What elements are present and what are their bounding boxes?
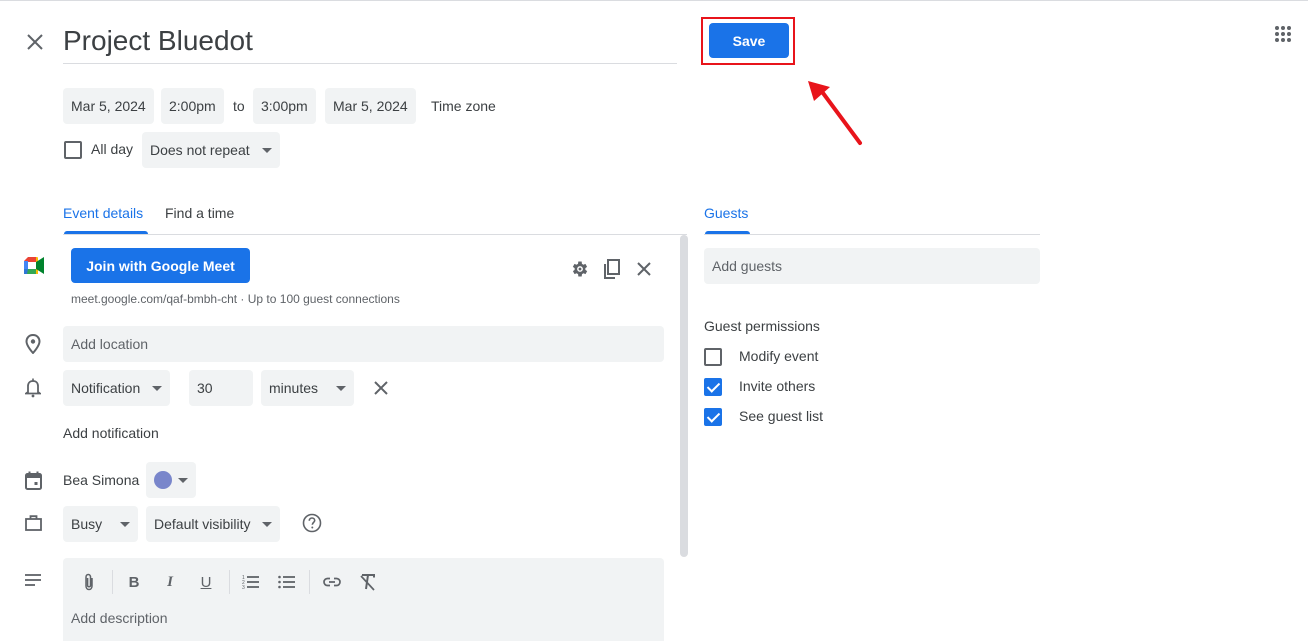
help-icon bbox=[302, 513, 322, 533]
bulleted-list-button[interactable] bbox=[275, 570, 299, 594]
visibility-dropdown[interactable]: Default visibility bbox=[146, 506, 281, 542]
annotation-arrow bbox=[808, 81, 862, 145]
details-scrollbar[interactable] bbox=[680, 235, 688, 557]
notification-unit: minutes bbox=[269, 380, 319, 396]
google-meet-icon bbox=[24, 257, 44, 274]
see-guest-list-checkbox[interactable] bbox=[704, 408, 722, 426]
event-color-dropdown[interactable] bbox=[146, 462, 196, 498]
color-swatch bbox=[154, 471, 172, 489]
meet-info: meet.google.com/qaf-bmbh-cht · Up to 100… bbox=[71, 292, 400, 306]
apps-button[interactable] bbox=[1270, 21, 1296, 47]
italic-button[interactable]: I bbox=[158, 570, 182, 594]
description-icon bbox=[25, 574, 41, 586]
availability-dropdown[interactable]: Busy bbox=[63, 506, 139, 542]
start-time: 2:00pm bbox=[169, 98, 216, 114]
location-input[interactable] bbox=[63, 326, 664, 362]
gear-icon bbox=[572, 261, 588, 277]
numbered-list-icon: 123 bbox=[242, 575, 259, 590]
close-icon bbox=[27, 34, 43, 50]
title-field[interactable]: Project Bluedot bbox=[63, 19, 677, 64]
bold-button[interactable]: B bbox=[122, 570, 146, 594]
copy-icon bbox=[604, 259, 620, 279]
description-editor[interactable]: B I U 123 Add description bbox=[63, 558, 664, 641]
notification-unit-dropdown[interactable]: minutes bbox=[261, 370, 355, 406]
chevron-down-icon bbox=[336, 385, 347, 391]
copy-meet-link-button[interactable] bbox=[600, 257, 624, 281]
close-icon bbox=[637, 262, 651, 276]
all-day-label: All day bbox=[91, 141, 134, 157]
bold-icon: B bbox=[128, 573, 140, 591]
toolbar-separator bbox=[112, 570, 113, 594]
bulleted-list-icon bbox=[278, 575, 295, 589]
italic-icon: I bbox=[167, 573, 173, 590]
start-time-picker[interactable]: 2:00pm bbox=[161, 88, 224, 124]
end-date-picker[interactable]: Mar 5, 2024 bbox=[325, 88, 416, 124]
invite-others-label: Invite others bbox=[739, 378, 816, 394]
close-button[interactable] bbox=[22, 29, 48, 55]
clear-formatting-button[interactable] bbox=[356, 570, 380, 594]
to-label: to bbox=[233, 98, 245, 114]
end-time-picker[interactable]: 3:00pm bbox=[253, 88, 316, 124]
notification-type: Notification bbox=[71, 380, 141, 396]
tab-find-a-time[interactable]: Find a time bbox=[165, 205, 234, 221]
link-button[interactable] bbox=[320, 570, 344, 594]
modify-event-label: Modify event bbox=[739, 348, 819, 364]
visibility-help-button[interactable] bbox=[301, 512, 323, 534]
underline-button[interactable]: U bbox=[194, 570, 218, 594]
remove-notification-button[interactable] bbox=[369, 376, 393, 400]
all-day-checkbox[interactable] bbox=[64, 141, 82, 159]
start-date: Mar 5, 2024 bbox=[71, 98, 146, 114]
repeat-value: Does not repeat bbox=[150, 142, 250, 158]
tabs-divider bbox=[63, 234, 687, 235]
modify-event-checkbox[interactable] bbox=[704, 348, 722, 366]
calendar-icon bbox=[25, 471, 42, 490]
close-icon bbox=[374, 381, 388, 395]
clear-formatting-icon bbox=[360, 574, 375, 591]
end-time: 3:00pm bbox=[261, 98, 308, 114]
bell-icon bbox=[25, 378, 41, 398]
time-zone-button[interactable]: Time zone bbox=[431, 98, 496, 114]
repeat-dropdown[interactable]: Does not repeat bbox=[142, 132, 280, 168]
toolbar-separator bbox=[309, 570, 310, 594]
guest-permissions-title: Guest permissions bbox=[704, 318, 820, 334]
underline-icon: U bbox=[200, 573, 212, 591]
save-button[interactable]: Save bbox=[709, 23, 789, 58]
visibility-value: Default visibility bbox=[154, 516, 251, 532]
calendar-owner: Bea Simona bbox=[63, 472, 140, 488]
apps-grid-icon bbox=[1275, 26, 1291, 42]
add-notification-button[interactable]: Add notification bbox=[63, 425, 159, 441]
add-guests-input[interactable] bbox=[704, 248, 1040, 284]
tab-guests[interactable]: Guests bbox=[704, 205, 748, 221]
chevron-down-icon bbox=[120, 521, 131, 527]
toolbar-separator bbox=[229, 570, 230, 594]
guests-tabs-divider bbox=[704, 234, 1040, 235]
notification-value-input[interactable] bbox=[189, 370, 253, 406]
tab-event-details[interactable]: Event details bbox=[63, 205, 143, 221]
briefcase-icon bbox=[25, 515, 42, 531]
chevron-down-icon bbox=[178, 477, 188, 483]
location-pin-icon bbox=[25, 334, 41, 354]
chevron-down-icon bbox=[261, 147, 272, 153]
start-date-picker[interactable]: Mar 5, 2024 bbox=[63, 88, 154, 124]
remove-meet-button[interactable] bbox=[632, 257, 656, 281]
event-title: Project Bluedot bbox=[63, 25, 253, 56]
notification-type-dropdown[interactable]: Notification bbox=[63, 370, 171, 406]
join-google-meet-button[interactable]: Join with Google Meet bbox=[71, 248, 250, 283]
see-guest-list-label: See guest list bbox=[739, 408, 824, 424]
invite-others-checkbox[interactable] bbox=[704, 378, 722, 396]
attach-button[interactable] bbox=[77, 570, 101, 594]
link-icon bbox=[323, 577, 341, 587]
availability-value: Busy bbox=[71, 516, 103, 532]
numbered-list-button[interactable]: 123 bbox=[239, 570, 263, 594]
chevron-down-icon bbox=[262, 521, 273, 527]
chevron-down-icon bbox=[152, 385, 163, 391]
attach-icon bbox=[85, 573, 93, 591]
description-placeholder: Add description bbox=[71, 610, 168, 626]
svg-text:3: 3 bbox=[242, 585, 245, 590]
meet-settings-button[interactable] bbox=[568, 257, 592, 281]
end-date: Mar 5, 2024 bbox=[333, 98, 408, 114]
